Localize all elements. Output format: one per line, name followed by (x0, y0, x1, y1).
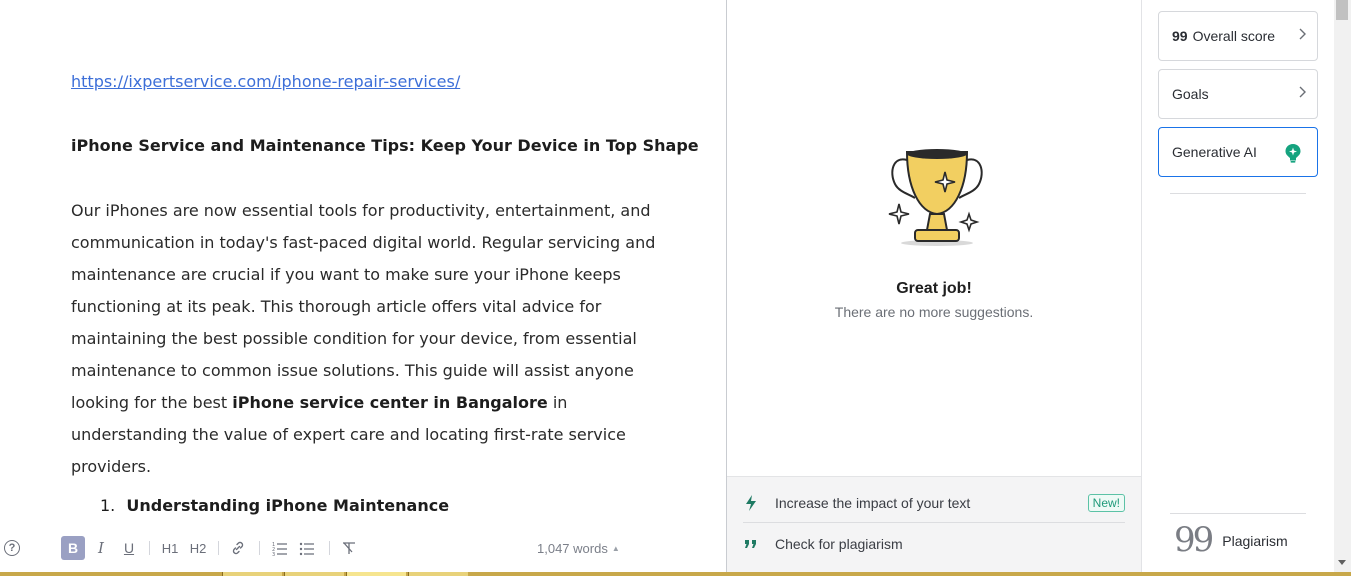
new-badge: New! (1087, 493, 1125, 512)
bold-button[interactable]: B (61, 536, 85, 560)
toolbar-divider (149, 541, 150, 555)
overall-score-value: 99 (1172, 28, 1188, 44)
vertical-scrollbar[interactable] (1334, 0, 1351, 572)
editor-pane: https://ixpertservice.com/iphone-repair-… (0, 0, 726, 572)
list-item-number: 1. (100, 496, 116, 515)
generative-ai-label: Generative AI (1172, 144, 1257, 160)
document-link[interactable]: https://ixpertservice.com/iphone-repair-… (71, 72, 460, 91)
underline-button[interactable]: U (120, 537, 138, 559)
word-count-text: 1,047 words (537, 541, 608, 556)
sidebar-separator (1170, 193, 1306, 194)
italic-button[interactable]: I (92, 537, 110, 559)
success-title: Great job! (896, 280, 972, 297)
scroll-down-arrow-icon[interactable] (1338, 560, 1346, 565)
lightning-icon (743, 494, 759, 511)
success-subtitle: There are no more suggestions. (834, 304, 1034, 320)
document-paragraph[interactable]: Our iPhones are now essential tools for … (71, 195, 671, 483)
plagiarism-icon: 99 (1174, 520, 1214, 560)
quote-icon (743, 536, 759, 552)
taskbar-item[interactable] (408, 572, 468, 576)
heading1-button[interactable]: H1 (159, 537, 181, 559)
list-item-text: Understanding iPhone Maintenance (126, 496, 450, 515)
chevron-right-icon (1299, 86, 1306, 98)
plagiarism-button[interactable]: 99 Plagiarism (1174, 520, 1288, 560)
goals-label: Goals (1172, 86, 1209, 102)
caret-up-icon: ▲ (611, 544, 620, 553)
right-sidebar: 99 Overall score Goals Generative AI 99 … (1142, 0, 1334, 572)
bullet-list-icon[interactable] (298, 537, 316, 559)
check-plagiarism-label: Check for plagiarism (775, 536, 903, 552)
list-item[interactable]: 1. Understanding iPhone Maintenance (100, 496, 449, 515)
overall-score-label: Overall score (1192, 28, 1276, 44)
link-icon[interactable] (229, 537, 247, 559)
taskbar-strip (0, 572, 1351, 576)
improve-impact-label: Increase the impact of your text (775, 494, 971, 511)
document-heading[interactable]: iPhone Service and Maintenance Tips: Kee… (71, 136, 699, 155)
heading2-button[interactable]: H2 (187, 537, 209, 559)
word-count[interactable]: 1,047 words ▲ (537, 541, 620, 556)
trophy-icon (888, 149, 983, 246)
toolbar-divider (259, 541, 260, 555)
chevron-right-icon (1299, 28, 1306, 40)
improve-impact-action[interactable]: Increase the impact of your text New! (743, 483, 1125, 523)
taskbar-item[interactable] (284, 572, 344, 576)
svg-text:3: 3 (272, 552, 275, 556)
sidebar-separator (1170, 513, 1306, 514)
clear-formatting-icon[interactable] (340, 537, 358, 559)
paragraph-text: Our iPhones are now essential tools for … (71, 201, 656, 412)
scrollbar-thumb[interactable] (1336, 0, 1348, 20)
assistant-panel: Great job! There are no more suggestions… (727, 0, 1141, 572)
numbered-list-icon[interactable]: 123 (271, 537, 289, 559)
overall-score-button[interactable]: 99 Overall score (1158, 11, 1318, 61)
taskbar-item[interactable] (346, 572, 406, 576)
taskbar-item[interactable] (222, 572, 282, 576)
lightbulb-sparkle-icon (1285, 144, 1301, 163)
toolbar-divider (218, 541, 219, 555)
toolbar-divider (329, 541, 330, 555)
goals-button[interactable]: Goals (1158, 69, 1318, 119)
format-toolbar: ? B I U H1 H2 123 1,047 words ▲ (0, 532, 726, 564)
paragraph-bold-text: iPhone service center in Bangalore (232, 393, 548, 412)
assistant-actions: Increase the impact of your text New! Ch… (727, 476, 1141, 572)
help-icon[interactable]: ? (4, 540, 20, 556)
plagiarism-label: Plagiarism (1222, 533, 1288, 549)
check-plagiarism-action[interactable]: Check for plagiarism (743, 524, 1125, 564)
generative-ai-button[interactable]: Generative AI (1158, 127, 1318, 177)
